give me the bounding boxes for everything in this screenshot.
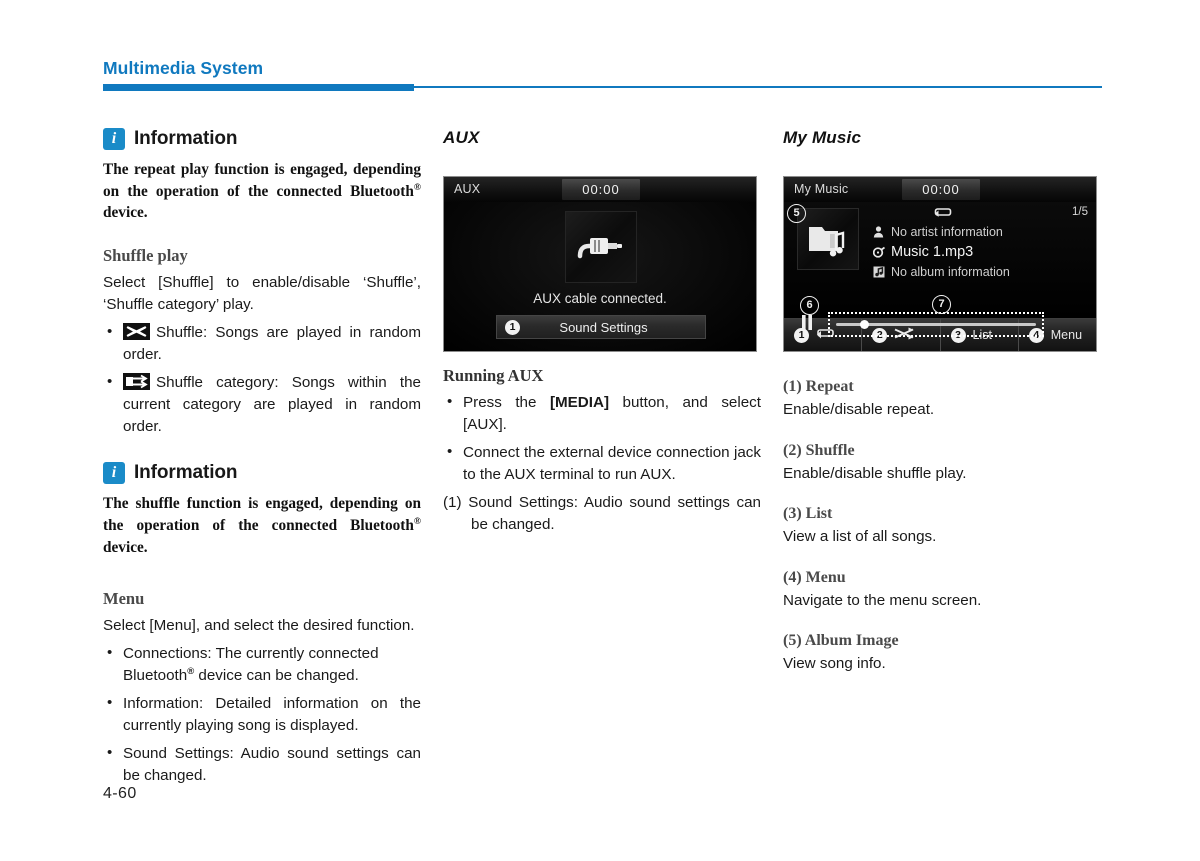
column-right: My Music My Music 00:00 5 1/5 No artist … [783, 128, 1101, 696]
aux-clock: 00:00 [562, 179, 640, 200]
description-text: Navigate to the menu screen. [783, 591, 982, 609]
album-icon [872, 266, 885, 279]
my-music-screen-body: 5 1/5 No artist information Music 1.mp3 … [784, 202, 1096, 337]
track-icon [872, 246, 885, 259]
shuffle-bullet-list: Shuffle: Songs are played in random orde… [103, 321, 421, 438]
list-item-text: Shuffle: Songs are played in random orde… [123, 324, 421, 364]
callout-number-pause: 6 [800, 296, 819, 315]
header-rule-thick [103, 84, 414, 91]
aux-screen-body: AUX cable connected. 1 Sound Settings [444, 202, 756, 351]
description-shuffle: (2) Shuffle Enable/disable shuffle play. [783, 442, 1101, 485]
description-album-image: (5) Album Image View song info. [783, 632, 1101, 675]
my-music-descriptions: (1) Repeat Enable/disable repeat. (2) Sh… [783, 378, 1101, 675]
callout-number-progress: 7 [932, 295, 951, 314]
album-image[interactable] [797, 208, 859, 270]
album-text: No album information [891, 265, 1010, 279]
album-row: No album information [872, 262, 1092, 282]
information-body: The shuffle function is engaged, dependi… [103, 495, 421, 556]
callout-number: 1 [505, 319, 520, 335]
my-music-screen-topbar: My Music 00:00 [784, 177, 1096, 203]
description-text: View song info. [783, 655, 886, 673]
sound-settings-label: Sound Settings [559, 319, 648, 335]
shuffle-play-intro: Select [Shuffle] to enable/disable ‘Shuf… [103, 274, 421, 314]
shuffle-play-section: Shuffle play Select [Shuffle] to enable/… [103, 246, 421, 438]
menu-label: Menu [1050, 328, 1083, 342]
info-icon: i [103, 128, 125, 150]
description-title: (4) Menu [783, 568, 846, 586]
menu-bullet-list: Connections: The currently connected Blu… [103, 642, 421, 787]
list-item-text: Information: Detailed information on the… [123, 694, 421, 734]
my-music-clock: 00:00 [902, 179, 980, 200]
aux-plug-icon [565, 211, 637, 283]
running-aux-section: Running AUX Press the [MEDIA] button, an… [443, 366, 761, 536]
description-list: (3) List View a list of all songs. [783, 505, 1101, 548]
aux-caption: AUX cable connected. [533, 291, 667, 306]
running-aux-bullet-list: Press the [MEDIA] button, and select [AU… [443, 391, 761, 486]
pause-icon[interactable] [800, 314, 814, 331]
progress-knob[interactable] [860, 320, 869, 329]
track-row: Music 1.mp3 [872, 242, 1092, 262]
shuffle-icon [123, 323, 150, 341]
information-block-shuffle: i Information The shuffle function is en… [103, 462, 421, 558]
information-body: The repeat play function is engaged, dep… [103, 161, 421, 222]
menu-heading: Menu [103, 588, 145, 608]
track-info-list: No artist information Music 1.mp3 No alb… [872, 222, 1092, 282]
list-item-prefix: Press the [463, 394, 550, 411]
description-title: (2) Shuffle [783, 441, 855, 459]
description-text: Enable/disable repeat. [783, 401, 935, 418]
information-block-repeat: i Information The repeat play function i… [103, 128, 421, 224]
running-aux-heading: Running AUX [443, 366, 544, 385]
page-title: Multimedia System [103, 58, 264, 78]
list-item: Sound Settings: Audio sound settings can… [103, 742, 421, 787]
info-icon: i [103, 462, 125, 485]
shuffle-play-heading: Shuffle play [103, 246, 188, 266]
artist-icon [872, 226, 885, 239]
list-item-text: Sound Settings: Audio sound settings can… [123, 744, 421, 784]
repeat-icon [934, 206, 952, 222]
media-button-keyword: [MEDIA] [549, 394, 610, 411]
aux-section-title: AUX [443, 128, 480, 147]
list-item: Connections: The currently connected Blu… [103, 642, 421, 687]
description-text: View a list of all songs. [783, 528, 937, 546]
artist-text: No artist information [891, 225, 1003, 239]
list-item: Information: Detailed information on the… [103, 692, 421, 737]
list-item-text: Connect the external device connection j… [463, 444, 761, 484]
aux-screen-topbar: AUX 00:00 [444, 177, 756, 203]
aux-screen: AUX 00:00 AUX cable connected. 1 Sound S… [443, 176, 757, 352]
description-menu: (4) Menu Navigate to the menu screen. [783, 569, 1101, 612]
description-title: (5) Album Image [783, 632, 899, 650]
sound-settings-button[interactable]: 1 Sound Settings [496, 315, 706, 339]
list-item: Connect the external device connection j… [443, 441, 761, 486]
aux-screen-label: AUX [454, 182, 481, 196]
column-left: i Information The repeat play function i… [103, 128, 421, 793]
header-rule-thin [414, 86, 1102, 88]
page-number: 4-60 [103, 785, 137, 802]
menu-intro: Select [Menu], and select the desired fu… [103, 616, 415, 634]
information-title: Information [134, 128, 238, 149]
my-music-screen: My Music 00:00 5 1/5 No artist informati… [783, 176, 1097, 352]
information-heading: i Information [103, 128, 421, 150]
column-center: AUX AUX 00:00 AUX cable connected. 1 Sou… [443, 128, 761, 536]
list-item: Shuffle category: Songs within the curre… [103, 371, 421, 438]
my-music-section-title: My Music [783, 128, 862, 147]
list-item: Shuffle: Songs are played in random orde… [103, 321, 421, 366]
page-header: Multimedia System [0, 0, 1200, 100]
description-repeat: (1) Repeat Enable/disable repeat. [783, 378, 1101, 421]
list-item: Press the [MEDIA] button, and select [AU… [443, 391, 761, 436]
description-title: (1) Repeat [783, 378, 854, 395]
track-count: 1/5 [1072, 206, 1088, 218]
description-text: Enable/disable shuffle play. [783, 464, 967, 482]
shuffle-category-icon [123, 373, 150, 391]
description-title: (3) List [783, 505, 833, 523]
aux-note-1: (1) Sound Settings: Audio sound settings… [443, 494, 761, 534]
information-title: Information [134, 462, 238, 484]
list-item-text: Shuffle category: Songs within the curre… [123, 374, 421, 436]
callout-number-album: 5 [787, 204, 806, 223]
artist-row: No artist information [872, 222, 1092, 242]
track-text: Music 1.mp3 [891, 244, 974, 260]
menu-section: Menu Select [Menu], and select the desir… [103, 589, 421, 787]
my-music-screen-label: My Music [794, 182, 849, 196]
information-heading: i Information [103, 462, 421, 485]
